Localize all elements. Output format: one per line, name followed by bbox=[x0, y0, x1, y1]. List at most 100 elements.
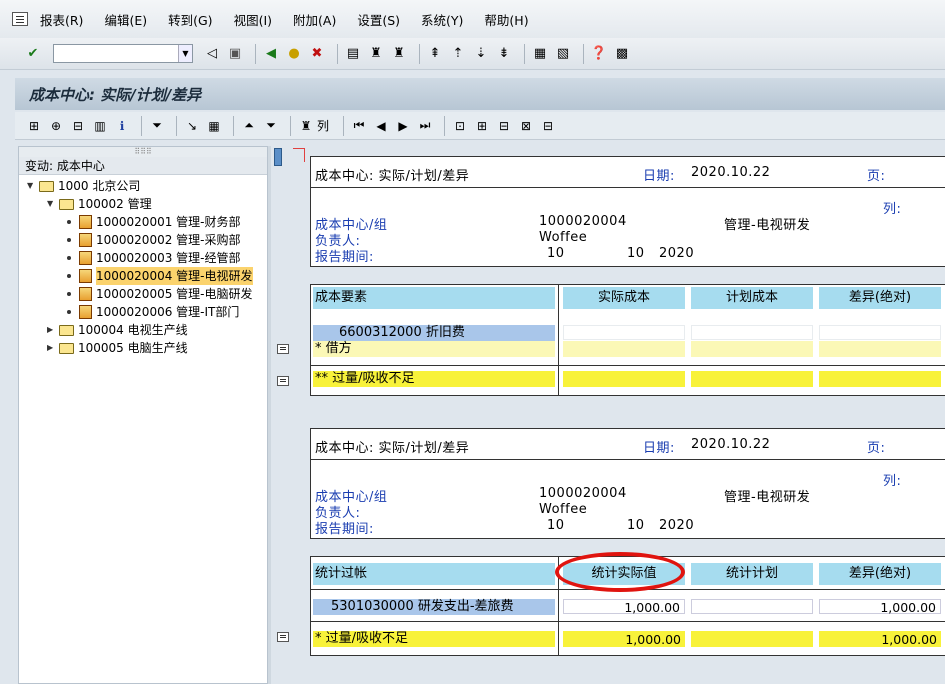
report1-info: 列: 成本中心/组 1000020004 管理-电视研发 负责人: Woffee… bbox=[310, 187, 945, 267]
folder-icon bbox=[59, 342, 74, 354]
first-icon[interactable]: ⏮ bbox=[350, 117, 368, 135]
report2-title: 成本中心: 实际/计划/差异 bbox=[315, 441, 470, 456]
tree-node-label: 100004 电视生产线 bbox=[78, 323, 188, 337]
tree-leaf[interactable]: 1000020006 管理-IT部门 bbox=[67, 303, 239, 321]
columns-icon[interactable]: ▦ bbox=[205, 117, 223, 135]
print-icon[interactable]: ▤ bbox=[344, 45, 362, 63]
menu-extras[interactable]: 附加(A) bbox=[293, 10, 336, 29]
menu-system[interactable]: 系统(Y) bbox=[421, 10, 463, 29]
column-divider bbox=[558, 285, 559, 395]
expand-arrow-icon[interactable]: ▼ bbox=[27, 177, 39, 195]
highlight-circle bbox=[555, 552, 685, 592]
expand-all-icon[interactable]: ⊠ bbox=[517, 117, 535, 135]
tree-leaf[interactable]: 1000020005 管理-电脑研发 bbox=[67, 285, 253, 303]
previous-page-icon[interactable]: ⇡ bbox=[449, 45, 467, 63]
chevron-down-icon[interactable]: ▼ bbox=[178, 45, 192, 62]
next-icon[interactable]: ▶ bbox=[394, 117, 412, 135]
find-next-icon[interactable]: ♜ bbox=[390, 45, 408, 63]
cancel-icon[interactable]: ✖ bbox=[308, 45, 326, 63]
exit-icon[interactable]: ● bbox=[285, 45, 303, 63]
menu-edit[interactable]: 编辑(E) bbox=[104, 10, 147, 29]
next-page-icon[interactable]: ⇣ bbox=[472, 45, 490, 63]
collapse-left-icon[interactable]: ◁ bbox=[203, 45, 221, 63]
menu-goto[interactable]: 转到(G) bbox=[168, 10, 212, 29]
tree-node-group[interactable]: ▼ 100002 管理 bbox=[47, 195, 152, 213]
tree-leaf-label: 1000020006 管理-IT部门 bbox=[96, 305, 240, 319]
expand-arrow-icon[interactable]: ▶ bbox=[47, 339, 59, 357]
row-detail-icon[interactable] bbox=[277, 344, 289, 354]
menu-report[interactable]: 报表(R) bbox=[40, 10, 83, 29]
tree-node-group[interactable]: ▶ 100004 电视生产线 bbox=[47, 321, 188, 339]
separator bbox=[290, 115, 291, 136]
save-icon[interactable]: ▣ bbox=[226, 45, 244, 63]
sort-descending-icon[interactable]: ⏷ bbox=[262, 117, 280, 135]
tree-node-label: 100002 管理 bbox=[78, 197, 152, 211]
menu-view[interactable]: 视图(I) bbox=[234, 10, 272, 29]
tree-leaf[interactable]: 1000020002 管理-采购部 bbox=[67, 231, 241, 249]
navigate-icon[interactable]: ⊕ bbox=[47, 117, 65, 135]
first-page-icon[interactable]: ⇞ bbox=[426, 45, 444, 63]
report1-debit-actual bbox=[563, 341, 685, 357]
enter-check-icon[interactable]: ✔ bbox=[24, 45, 42, 63]
tree-leaf-label: 1000020003 管理-经管部 bbox=[96, 251, 241, 265]
application-toolbar: ⊞ ⊕ ⊟ ▥ ℹ ⏷ ↘ ▦ ⏶ ⏷ ♜ 列 ⏮ ◀ ▶ ⏭ ⊡ ⊞ ⊟ ⊠ … bbox=[15, 112, 945, 140]
bullet-icon bbox=[67, 310, 71, 314]
report2-element-cell[interactable]: 5301030000 研发支出-差旅费 bbox=[313, 599, 555, 615]
structure-icon[interactable]: ⊡ bbox=[451, 117, 469, 135]
collapse-icon[interactable]: ⊟ bbox=[495, 117, 513, 135]
report2-year: 2020 bbox=[659, 518, 695, 533]
report2-total-actual: 1,000.00 bbox=[563, 631, 685, 647]
expand-arrow-icon[interactable]: ▶ bbox=[47, 321, 59, 339]
splitter-grip[interactable]: ⠿⠿⠿ bbox=[19, 147, 267, 157]
info-icon[interactable]: ℹ bbox=[113, 117, 131, 135]
menu-settings[interactable]: 设置(S) bbox=[357, 10, 400, 29]
tree-leaf[interactable]: 1000020001 管理-财务部 bbox=[67, 213, 241, 231]
expand-icon[interactable]: ⊞ bbox=[473, 117, 491, 135]
report1-debit-plan bbox=[691, 341, 813, 357]
report2-total-actual-value: 1,000.00 bbox=[625, 632, 681, 647]
tree-icon[interactable]: ⊞ bbox=[25, 117, 43, 135]
columns-label[interactable]: 列 bbox=[317, 117, 329, 134]
report2-actual-value: 1,000.00 bbox=[624, 600, 680, 615]
cost-center-icon bbox=[79, 215, 92, 229]
tree-leaf[interactable]: 1000020003 管理-经管部 bbox=[67, 249, 241, 267]
column-find-icon[interactable]: ♜ bbox=[297, 117, 315, 135]
find-icon[interactable]: ♜ bbox=[367, 45, 385, 63]
sort-ascending-icon[interactable]: ⏶ bbox=[240, 117, 258, 135]
filter-icon[interactable]: ⏷ bbox=[148, 117, 166, 135]
layout-icon[interactable]: ▥ bbox=[91, 117, 109, 135]
hierarchy-icon[interactable]: ⊟ bbox=[69, 117, 87, 135]
report1-element-cell[interactable]: 6600312000 折旧费 bbox=[313, 325, 555, 341]
drilldown-icon[interactable]: ↘ bbox=[183, 117, 201, 135]
new-session-icon[interactable]: ▦ bbox=[531, 45, 549, 63]
cost-center-icon bbox=[79, 287, 92, 301]
report1-total-variance bbox=[819, 371, 941, 387]
command-field[interactable]: ▼ bbox=[53, 44, 193, 63]
back-icon[interactable]: ◀ bbox=[262, 45, 280, 63]
expand-arrow-icon[interactable]: ▼ bbox=[47, 195, 59, 213]
last-page-icon[interactable]: ⇟ bbox=[495, 45, 513, 63]
tree-node-root[interactable]: ▼ 1000 北京公司 bbox=[27, 177, 140, 195]
tree-leaf-label: 1000020001 管理-财务部 bbox=[96, 215, 241, 229]
collapse-all-icon[interactable]: ⊟ bbox=[539, 117, 557, 135]
cursor-marker bbox=[274, 148, 282, 166]
previous-icon[interactable]: ◀ bbox=[372, 117, 390, 135]
tree-leaf-selected[interactable]: 1000020004 管理-电视研发 bbox=[67, 267, 253, 285]
report1-debit-row: * 借方 bbox=[313, 341, 555, 357]
report1-cc-name: 管理-电视研发 bbox=[724, 218, 811, 233]
row-detail-icon[interactable] bbox=[277, 632, 289, 642]
report1-year: 2020 bbox=[659, 246, 695, 261]
report2-column-label: 列: bbox=[883, 474, 902, 489]
shortcut-icon[interactable]: ▧ bbox=[554, 45, 572, 63]
tree-leaf-label: 1000020005 管理-电脑研发 bbox=[96, 287, 253, 301]
menu-help[interactable]: 帮助(H) bbox=[484, 10, 528, 29]
report1-debit-variance bbox=[819, 341, 941, 357]
report1-col-actual: 实际成本 bbox=[563, 287, 685, 309]
report1-owner: Woffee bbox=[539, 230, 588, 245]
layout-settings-icon[interactable]: ▩ bbox=[613, 45, 631, 63]
last-icon[interactable]: ⏭ bbox=[416, 117, 434, 135]
help-icon[interactable]: ❓ bbox=[590, 45, 608, 63]
window-menu-icon[interactable] bbox=[12, 12, 28, 26]
row-detail-icon[interactable] bbox=[277, 376, 289, 386]
tree-node-group[interactable]: ▶ 100005 电脑生产线 bbox=[47, 339, 188, 357]
